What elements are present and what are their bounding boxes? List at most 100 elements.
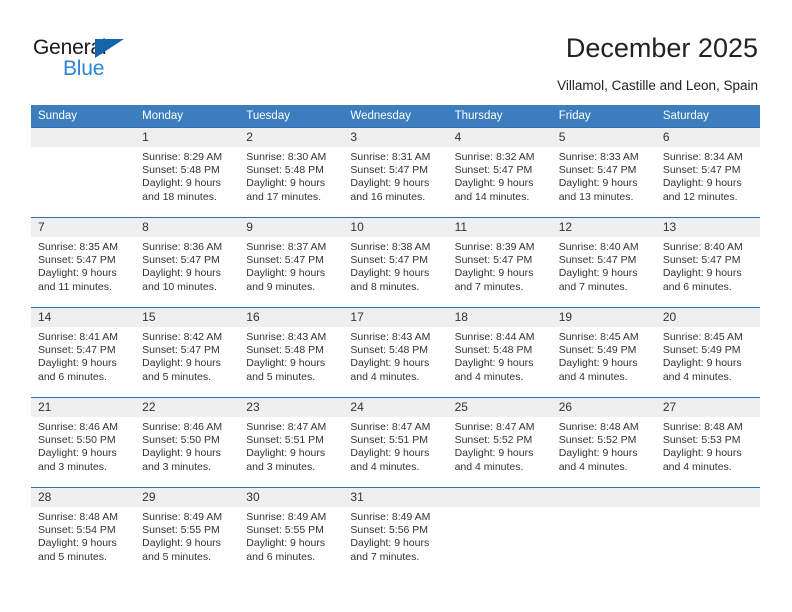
day-details: Sunrise: 8:43 AM Sunset: 5:48 PM Daylight:… [239, 327, 343, 384]
calendar-day-cell[interactable]: 22 Sunrise: 8:46 AM Sunset: 5:50 PM Dayligh… [135, 397, 240, 488]
calendar-day-cell[interactable]: 6 Sunrise: 8:34 AM Sunset: 5:47 PM Daylight… [655, 127, 760, 218]
calendar-day-cell[interactable]: 19 Sunrise: 8:45 AM Sunset: 5:49 PM Dayligh… [551, 307, 656, 398]
day-number: 21 [31, 398, 136, 417]
calendar-day-cell-empty [551, 487, 656, 578]
day-details: Sunrise: 8:47 AM Sunset: 5:51 PM Daylight:… [239, 417, 343, 474]
day-details: Sunrise: 8:48 AM Sunset: 5:54 PM Daylight:… [31, 507, 135, 564]
calendar-day-cell[interactable]: 18 Sunrise: 8:44 AM Sunset: 5:48 PM Dayligh… [447, 307, 552, 398]
day-details: Sunrise: 8:39 AM Sunset: 5:47 PM Daylight:… [448, 237, 552, 294]
day-number: 2 [239, 128, 344, 147]
daylight-text-line1: Daylight: 9 hours [38, 357, 117, 370]
calendar-day-cell[interactable]: 8 Sunrise: 8:36 AM Sunset: 5:47 PM Daylight… [135, 217, 240, 308]
daylight-text-line1: Daylight: 9 hours [454, 447, 534, 460]
calendar-week-row: 7 Sunrise: 8:35 AM Sunset: 5:47 PM Daylight… [31, 217, 760, 308]
calendar-day-cell[interactable]: 20 Sunrise: 8:45 AM Sunset: 5:49 PM Dayligh… [655, 307, 760, 398]
sunset-text: Sunset: 5:53 PM [662, 434, 741, 447]
calendar-day-cell[interactable]: 16 Sunrise: 8:43 AM Sunset: 5:48 PM Dayligh… [239, 307, 344, 398]
daylight-text-line1: Daylight: 9 hours [38, 537, 117, 550]
day-number: 30 [239, 488, 344, 507]
daylight-text-line2: and 5 minutes. [246, 370, 316, 383]
calendar-day-cell[interactable]: 13 Sunrise: 8:40 AM Sunset: 5:47 PM Dayligh… [655, 217, 760, 308]
day-details: Sunrise: 8:42 AM Sunset: 5:47 PM Daylight:… [135, 327, 239, 384]
sunrise-text: Sunrise: 8:41 AM [38, 331, 118, 343]
general-blue-logo[interactable]: General Blue [33, 36, 203, 88]
daylight-text-line2: and 5 minutes. [142, 370, 212, 383]
day-details: Sunrise: 8:47 AM Sunset: 5:52 PM Daylight:… [448, 417, 552, 474]
calendar-day-cell[interactable]: 21 Sunrise: 8:46 AM Sunset: 5:50 PM Dayligh… [31, 397, 136, 488]
day-number: 10 [343, 218, 448, 237]
calendar-day-cell[interactable]: 17 Sunrise: 8:43 AM Sunset: 5:48 PM Dayligh… [343, 307, 448, 398]
calendar-day-cell[interactable]: 3 Sunrise: 8:31 AM Sunset: 5:47 PM Daylight… [343, 127, 448, 218]
daylight-text-line1: Daylight: 9 hours [662, 267, 742, 280]
sunset-text: Sunset: 5:48 PM [454, 344, 533, 357]
sunset-text: Sunset: 5:47 PM [662, 254, 741, 267]
daylight-text-line2: and 7 minutes. [350, 550, 420, 563]
sunset-text: Sunset: 5:47 PM [558, 254, 637, 267]
sunrise-text: Sunrise: 8:49 AM [246, 511, 327, 523]
day-details: Sunrise: 8:46 AM Sunset: 5:50 PM Daylight:… [31, 417, 135, 474]
calendar-day-cell[interactable]: 7 Sunrise: 8:35 AM Sunset: 5:47 PM Daylight… [31, 217, 136, 308]
calendar-day-cell[interactable]: 14 Sunrise: 8:41 AM Sunset: 5:47 PM Dayligh… [31, 307, 136, 398]
calendar-day-cell[interactable]: 15 Sunrise: 8:42 AM Sunset: 5:47 PM Dayligh… [135, 307, 240, 398]
day-number: 29 [135, 488, 240, 507]
logo-text-blue: Blue [63, 57, 105, 80]
daylight-text-line2: and 4 minutes. [662, 370, 732, 383]
sunrise-text: Sunrise: 8:44 AM [454, 331, 535, 343]
calendar-day-cell[interactable]: 9 Sunrise: 8:37 AM Sunset: 5:47 PM Daylight… [239, 217, 344, 308]
day-details: Sunrise: 8:37 AM Sunset: 5:47 PM Daylight:… [239, 237, 343, 294]
sunset-text: Sunset: 5:47 PM [38, 344, 116, 357]
calendar-day-cell[interactable]: 11 Sunrise: 8:39 AM Sunset: 5:47 PM Dayligh… [447, 217, 552, 308]
day-number: 3 [343, 128, 448, 147]
day-details: Sunrise: 8:38 AM Sunset: 5:47 PM Daylight:… [343, 237, 447, 294]
daylight-text-line1: Daylight: 9 hours [558, 177, 638, 190]
day-details: Sunrise: 8:31 AM Sunset: 5:47 PM Daylight:… [343, 147, 447, 204]
sunrise-text: Sunrise: 8:48 AM [558, 421, 639, 433]
weekday-header-sunday: Sunday [31, 105, 136, 128]
calendar-day-cell[interactable]: 26 Sunrise: 8:48 AM Sunset: 5:52 PM Dayligh… [551, 397, 656, 488]
day-details [448, 507, 552, 511]
day-number: 12 [551, 218, 656, 237]
sunrise-text: Sunrise: 8:49 AM [142, 511, 223, 523]
daylight-text-line1: Daylight: 9 hours [142, 357, 221, 370]
sunset-text: Sunset: 5:56 PM [350, 524, 429, 537]
daylight-text-line1: Daylight: 9 hours [454, 267, 534, 280]
calendar-day-cell[interactable]: 5 Sunrise: 8:33 AM Sunset: 5:47 PM Daylight… [551, 127, 656, 218]
day-details: Sunrise: 8:32 AM Sunset: 5:47 PM Daylight:… [448, 147, 552, 204]
day-number: 25 [447, 398, 552, 417]
calendar-day-cell[interactable]: 25 Sunrise: 8:47 AM Sunset: 5:52 PM Dayligh… [447, 397, 552, 488]
daylight-text-line2: and 7 minutes. [558, 280, 628, 293]
calendar-day-cell[interactable]: 10 Sunrise: 8:38 AM Sunset: 5:47 PM Dayligh… [343, 217, 448, 308]
day-number: 13 [655, 218, 760, 237]
daylight-text-line2: and 4 minutes. [558, 460, 628, 473]
calendar-day-cell[interactable]: 4 Sunrise: 8:32 AM Sunset: 5:47 PM Daylight… [447, 127, 552, 218]
sunset-text: Sunset: 5:51 PM [350, 434, 429, 447]
day-number [655, 488, 760, 507]
calendar-day-cell[interactable]: 24 Sunrise: 8:47 AM Sunset: 5:51 PM Dayligh… [343, 397, 448, 488]
calendar-day-cell-empty [31, 127, 136, 218]
calendar-day-cell[interactable]: 2 Sunrise: 8:30 AM Sunset: 5:48 PM Daylight… [239, 127, 344, 218]
calendar-day-cell[interactable]: 1 Sunrise: 8:29 AM Sunset: 5:48 PM Daylight… [135, 127, 240, 218]
calendar-day-cell[interactable]: 29 Sunrise: 8:49 AM Sunset: 5:55 PM Dayligh… [135, 487, 240, 578]
calendar-day-cell[interactable]: 28 Sunrise: 8:48 AM Sunset: 5:54 PM Dayligh… [31, 487, 136, 578]
calendar-day-cell[interactable]: 30 Sunrise: 8:49 AM Sunset: 5:55 PM Dayligh… [239, 487, 344, 578]
daylight-text-line1: Daylight: 9 hours [350, 267, 430, 280]
day-details: Sunrise: 8:49 AM Sunset: 5:55 PM Daylight:… [239, 507, 343, 564]
page-header: General Blue December 2025 Villamol, Cas… [0, 0, 792, 104]
sunset-text: Sunset: 5:48 PM [350, 344, 429, 357]
daylight-text-line1: Daylight: 9 hours [142, 537, 221, 550]
calendar-day-cell[interactable]: 27 Sunrise: 8:48 AM Sunset: 5:53 PM Dayligh… [655, 397, 760, 488]
logo-triangle-icon [95, 39, 124, 58]
calendar-day-cell[interactable]: 12 Sunrise: 8:40 AM Sunset: 5:47 PM Dayligh… [551, 217, 656, 308]
sunset-text: Sunset: 5:47 PM [38, 254, 116, 267]
day-details: Sunrise: 8:40 AM Sunset: 5:47 PM Daylight:… [552, 237, 656, 294]
daylight-text-line2: and 16 minutes. [350, 190, 426, 203]
calendar-day-cell[interactable]: 31 Sunrise: 8:49 AM Sunset: 5:56 PM Dayligh… [343, 487, 448, 578]
calendar-day-cell[interactable]: 23 Sunrise: 8:47 AM Sunset: 5:51 PM Dayligh… [239, 397, 344, 488]
sunrise-text: Sunrise: 8:46 AM [38, 421, 118, 433]
daylight-text-line1: Daylight: 9 hours [558, 357, 638, 370]
day-details: Sunrise: 8:48 AM Sunset: 5:53 PM Daylight:… [656, 417, 760, 474]
daylight-text-line2: and 3 minutes. [246, 460, 316, 473]
daylight-text-line2: and 11 minutes. [38, 280, 112, 293]
day-details [31, 147, 135, 151]
day-number: 11 [447, 218, 552, 237]
